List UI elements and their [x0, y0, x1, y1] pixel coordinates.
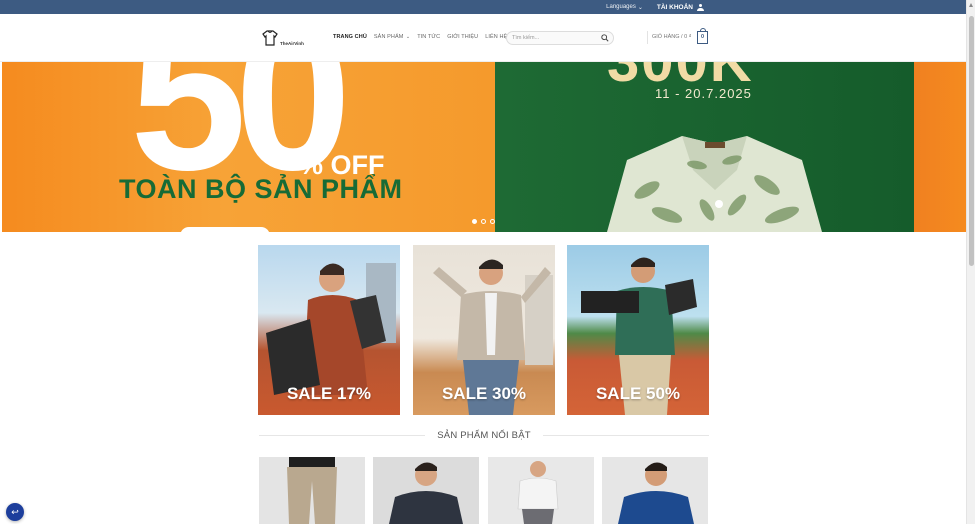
main-header: TheAirVinh TRANG CHỦ SẢN PHẨM ⌄ TIN TỨC …: [0, 14, 966, 62]
search-input[interactable]: Tìm kiếm...: [506, 31, 614, 45]
featured-section-title: SẢN PHẨM NỔI BẬT: [259, 429, 709, 441]
cart-link[interactable]: GIỎ HÀNG / 0 ₫: [652, 34, 692, 40]
nav-item-about[interactable]: GIỚI THIỆU: [447, 34, 478, 40]
main-nav: TRANG CHỦ SẢN PHẨM ⌄ TIN TỨC GIỚI THIỆU …: [333, 34, 507, 40]
promo-label: SALE 17%: [286, 384, 372, 403]
slider-dot-2[interactable]: [481, 219, 486, 224]
nav-products-label: SẢN PHẨM: [373, 34, 404, 40]
chat-icon: ↩: [11, 507, 19, 517]
top-bar: Languages ⌄ TÀI KHOẢN: [0, 0, 966, 14]
product-card[interactable]: [602, 457, 708, 524]
banner-slogan: TOÀN BỘ SẢN PHẨM: [119, 174, 403, 204]
page-scrollbar[interactable]: [966, 0, 975, 524]
languages-dropdown[interactable]: Languages ⌄: [606, 4, 643, 11]
banner-edge: [914, 62, 966, 232]
languages-label: Languages: [606, 4, 636, 10]
chat-float-button[interactable]: ↩: [6, 503, 24, 521]
featured-title: SẢN PHẨM NỔI BẬT: [437, 429, 531, 441]
promo-card-sale-30[interactable]: SALE 30%: [413, 245, 555, 415]
product-card[interactable]: [259, 457, 365, 524]
slider-dot-1[interactable]: [472, 219, 477, 224]
product-card[interactable]: [488, 457, 594, 524]
search-placeholder: Tìm kiếm...: [512, 35, 540, 41]
banner-date: 11 - 20.7.2025: [655, 86, 752, 101]
header-divider: [647, 31, 648, 44]
nav-item-home[interactable]: TRANG CHỦ: [333, 34, 367, 40]
product-card[interactable]: [373, 457, 479, 524]
scroll-up-arrow-icon[interactable]: [969, 3, 973, 7]
product-image: [602, 457, 708, 524]
nav-item-news[interactable]: TIN TỨC: [417, 34, 440, 40]
banner-orange-panel: 50 % OFF TOÀN BỘ SẢN PHẨM: [2, 62, 495, 232]
promo-card-sale-17[interactable]: SALE 17%: [258, 245, 400, 415]
divider: [542, 434, 709, 436]
nav-item-contact[interactable]: LIÊN HỆ: [485, 34, 507, 40]
product-image: [373, 457, 479, 524]
slider-dot-3[interactable]: [490, 219, 495, 224]
cart-bag-icon[interactable]: 0: [697, 28, 708, 44]
nav-item-products[interactable]: SẢN PHẨM ⌄: [374, 34, 410, 40]
promo-label: SALE 50%: [595, 384, 681, 403]
logo-text: TheAirVinh: [280, 41, 304, 46]
promo-label: SALE 30%: [441, 384, 527, 403]
chevron-down-icon: ⌄: [637, 4, 643, 11]
hero-banner[interactable]: 50 % OFF TOÀN BỘ SẢN PHẨM 300K 11 - 20.7…: [2, 62, 966, 232]
divider: [259, 434, 426, 436]
shirt-logo-icon: [262, 30, 278, 46]
product-image: [259, 457, 365, 524]
page: Languages ⌄ TÀI KHOẢN TheAirVinh TRANG C…: [0, 0, 975, 524]
chevron-down-icon: ⌄: [404, 34, 411, 40]
banner-shirt-image: [607, 136, 822, 232]
user-icon: [697, 3, 704, 11]
slider-dots: [472, 219, 495, 224]
product-image: [488, 457, 594, 524]
banner-pill: [180, 227, 270, 232]
site-logo[interactable]: TheAirVinh: [261, 29, 304, 47]
account-link[interactable]: TÀI KHOẢN: [656, 3, 704, 11]
promo-card-sale-50[interactable]: SALE 50%: [567, 245, 709, 415]
scrollbar-thumb[interactable]: [969, 16, 974, 266]
account-label: TÀI KHOẢN: [656, 3, 693, 11]
search-icon[interactable]: [601, 34, 609, 42]
